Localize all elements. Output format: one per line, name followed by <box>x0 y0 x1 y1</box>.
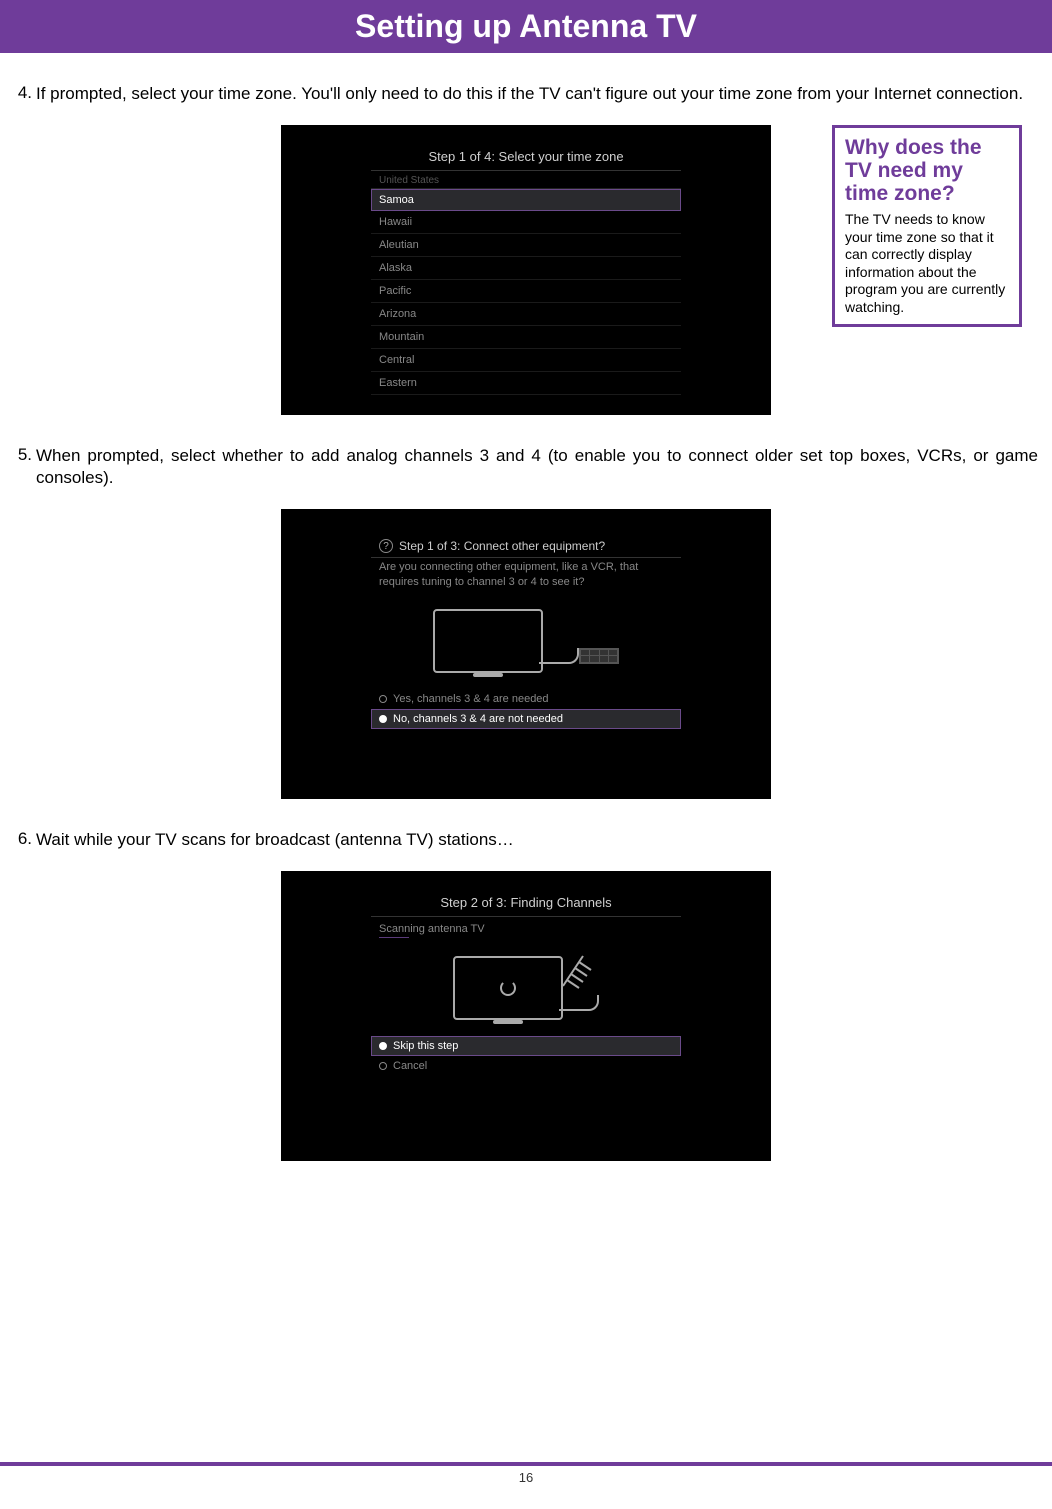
spinner-icon <box>500 980 516 996</box>
step-6: 6. Wait while your TV scans for broadcas… <box>14 829 1038 851</box>
option-skip[interactable]: Skip this step <box>371 1036 681 1056</box>
callout-body: The TV needs to know your time zone so t… <box>845 211 1009 316</box>
timezone-item[interactable]: Arizona <box>371 303 681 326</box>
screen-title: Step 1 of 3: Connect other equipment? <box>399 539 605 553</box>
page-footer: 16 <box>0 1462 1052 1485</box>
scan-subtext: Scanning antenna TV <box>371 917 681 935</box>
page-number: 16 <box>519 1470 533 1485</box>
option-cancel[interactable]: Cancel <box>371 1056 681 1076</box>
screen-title: Step 1 of 4: Select your time zone <box>371 149 681 171</box>
callout-title: Why does the TV need my time zone? <box>845 136 1009 205</box>
tv-antenna-illustration <box>371 948 681 1028</box>
timezone-item[interactable]: Samoa <box>371 189 681 211</box>
step-number: 6. <box>14 829 36 849</box>
tv-icon <box>453 956 563 1020</box>
timezone-item[interactable]: Pacific <box>371 280 681 303</box>
step-5: 5. When prompted, select whether to add … <box>14 445 1038 489</box>
screenshot-finding-channels: Step 2 of 3: Finding Channels Scanning a… <box>281 871 771 1161</box>
option-label: Cancel <box>393 1060 427 1072</box>
page-title: Setting up Antenna TV <box>0 8 1052 45</box>
figure-2-wrap: ? Step 1 of 3: Connect other equipment? … <box>14 509 1038 799</box>
option-yes[interactable]: Yes, channels 3 & 4 are needed <box>371 689 681 709</box>
timezone-list: SamoaHawaiiAleutianAlaskaPacificArizonaM… <box>371 189 681 395</box>
timezone-item[interactable]: Hawaii <box>371 211 681 234</box>
timezone-group-label: United States <box>371 171 681 189</box>
step-4: 4. If prompted, select your time zone. Y… <box>14 83 1038 105</box>
page-header: Setting up Antenna TV <box>0 0 1052 53</box>
option-label: Skip this step <box>393 1040 458 1052</box>
step-text: When prompted, select whether to add ana… <box>36 445 1038 489</box>
step-number: 5. <box>14 445 36 465</box>
option-no[interactable]: No, channels 3 & 4 are not needed <box>371 709 681 729</box>
screen-title-row: ? Step 1 of 3: Connect other equipment? <box>371 533 681 557</box>
antenna-icon <box>553 946 603 996</box>
callout-box: Why does the TV need my time zone? The T… <box>832 125 1022 327</box>
vcr-icon <box>579 648 619 664</box>
timezone-item[interactable]: Aleutian <box>371 234 681 257</box>
step-number: 4. <box>14 83 36 103</box>
screen-subtext: Are you connecting other equipment, like… <box>371 558 681 597</box>
option-label: Yes, channels 3 & 4 are needed <box>393 693 549 705</box>
timezone-item[interactable]: Alaska <box>371 257 681 280</box>
scan-progress-underline <box>379 937 409 938</box>
radio-icon <box>379 1062 387 1070</box>
tv-illustration <box>371 601 681 681</box>
timezone-item[interactable]: Mountain <box>371 326 681 349</box>
screen-title: Step 2 of 3: Finding Channels <box>371 895 681 917</box>
screenshot-connect-equipment: ? Step 1 of 3: Connect other equipment? … <box>281 509 771 799</box>
timezone-item[interactable]: Central <box>371 349 681 372</box>
cable-icon <box>559 995 599 1011</box>
radio-icon <box>379 695 387 703</box>
timezone-item[interactable]: Eastern <box>371 372 681 395</box>
figure-1-wrap: Step 1 of 4: Select your time zone Unite… <box>14 125 1038 415</box>
step-text: Wait while your TV scans for broadcast (… <box>36 829 1038 851</box>
page-content: 4. If prompted, select your time zone. Y… <box>0 53 1052 1161</box>
figure-3-wrap: Step 2 of 3: Finding Channels Scanning a… <box>14 871 1038 1161</box>
tv-icon <box>433 609 543 673</box>
radio-icon <box>379 715 387 723</box>
question-icon: ? <box>379 539 393 553</box>
step-text: If prompted, select your time zone. You'… <box>36 83 1038 105</box>
radio-icon <box>379 1042 387 1050</box>
screenshot-timezone: Step 1 of 4: Select your time zone Unite… <box>281 125 771 415</box>
option-label: No, channels 3 & 4 are not needed <box>393 713 563 725</box>
cable-icon <box>539 648 579 664</box>
